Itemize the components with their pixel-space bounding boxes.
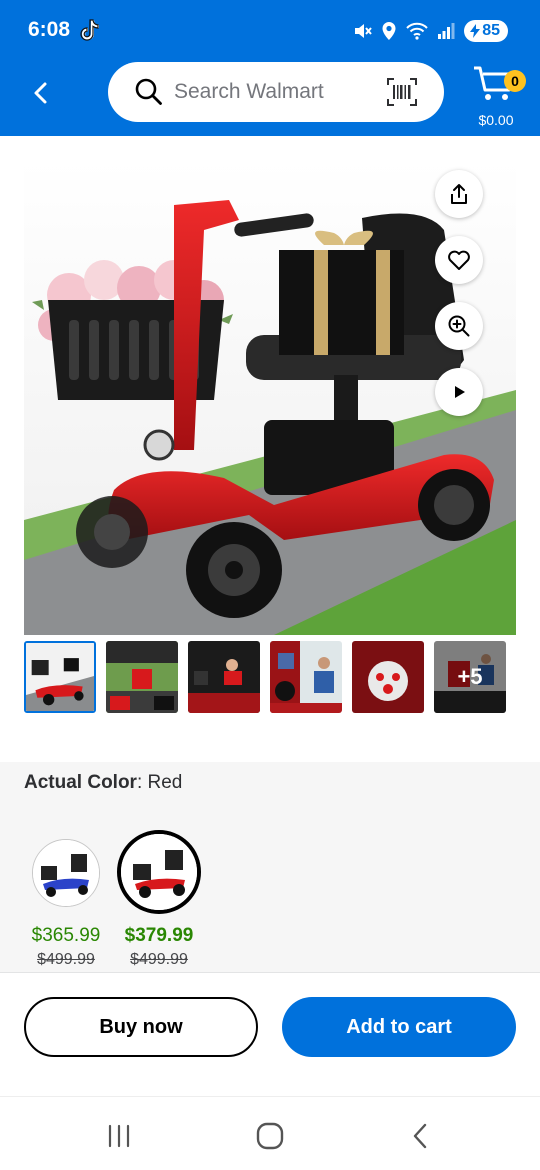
- thumbnail-strip: +5: [24, 641, 516, 714]
- battery-indicator: 85: [464, 20, 508, 42]
- thumbnail[interactable]: [24, 641, 96, 713]
- swatch-image-blue: [33, 840, 99, 906]
- cart-total: $0.00: [478, 112, 514, 128]
- search-icon: [135, 78, 162, 105]
- swatch-image-red: [121, 834, 197, 910]
- color-label-value: Red: [147, 772, 183, 793]
- action-bar: Buy now Add to cart: [0, 972, 540, 1096]
- location-icon: [382, 22, 396, 40]
- barcode-icon[interactable]: [386, 76, 418, 108]
- favorite-button[interactable]: [435, 236, 483, 284]
- thumbnail-image: [270, 641, 342, 713]
- home-icon[interactable]: [255, 1121, 285, 1151]
- search-placeholder: Search Walmart: [174, 80, 324, 103]
- more-images-count: +5: [434, 641, 506, 713]
- status-icons: 85: [352, 18, 508, 44]
- thumbnail-image: [106, 641, 178, 713]
- variant-price-selected: $379.99: [124, 925, 194, 946]
- color-swatch-blue[interactable]: [32, 839, 100, 907]
- variant-price: $365.99: [31, 925, 101, 946]
- nav-back-icon[interactable]: [406, 1121, 436, 1151]
- product-image[interactable]: [24, 160, 516, 635]
- heart-icon: [448, 250, 470, 270]
- cart-count-badge: 0: [504, 70, 526, 92]
- play-icon: [455, 386, 465, 398]
- wifi-icon: [406, 22, 428, 40]
- color-label-name: Actual Color: [24, 772, 137, 793]
- thumbnail[interactable]: [188, 641, 260, 713]
- buy-now-button[interactable]: Buy now: [24, 997, 258, 1057]
- header: 6:08 85 Search Walmart 0 $0.00: [0, 0, 540, 136]
- variant-was-price: $499.99: [37, 951, 95, 968]
- thumbnail[interactable]: [352, 641, 424, 713]
- signal-icon: [438, 23, 455, 39]
- status-time: 6:08: [28, 18, 71, 41]
- mute-icon: [355, 24, 372, 38]
- back-icon[interactable]: [26, 78, 56, 108]
- variant-was-price: $499.99: [130, 951, 188, 968]
- tiktok-icon: [80, 19, 99, 41]
- thumbnail[interactable]: [106, 641, 178, 713]
- recents-icon[interactable]: [104, 1121, 134, 1151]
- share-button[interactable]: [435, 170, 483, 218]
- zoom-button[interactable]: [435, 302, 483, 350]
- thumbnail-image: [188, 641, 260, 713]
- status-bar: 6:08 85: [0, 0, 540, 62]
- battery-level: 85: [482, 22, 500, 39]
- color-label-sep: :: [136, 772, 148, 793]
- add-to-cart-button[interactable]: Add to cart: [282, 997, 516, 1057]
- play-video-button[interactable]: [435, 368, 483, 416]
- share-icon: [451, 184, 467, 204]
- thumbnail[interactable]: +5: [434, 641, 506, 713]
- variant-section: Actual Color: Red $365.99 $379.99 $499.9…: [0, 762, 540, 972]
- color-swatch-red[interactable]: [117, 830, 201, 914]
- cart-button[interactable]: 0 $0.00: [468, 62, 528, 128]
- wheel: [186, 522, 282, 618]
- thumbnail-image: [352, 641, 424, 713]
- zoom-icon: [448, 315, 470, 337]
- search-input[interactable]: Search Walmart: [108, 62, 444, 122]
- system-nav-bar: [0, 1096, 540, 1170]
- thumbnail[interactable]: [270, 641, 342, 713]
- actual-color-label: Actual Color: Red: [24, 772, 182, 794]
- battery-bolt-icon: [470, 24, 481, 38]
- thumbnail-image: [26, 643, 94, 711]
